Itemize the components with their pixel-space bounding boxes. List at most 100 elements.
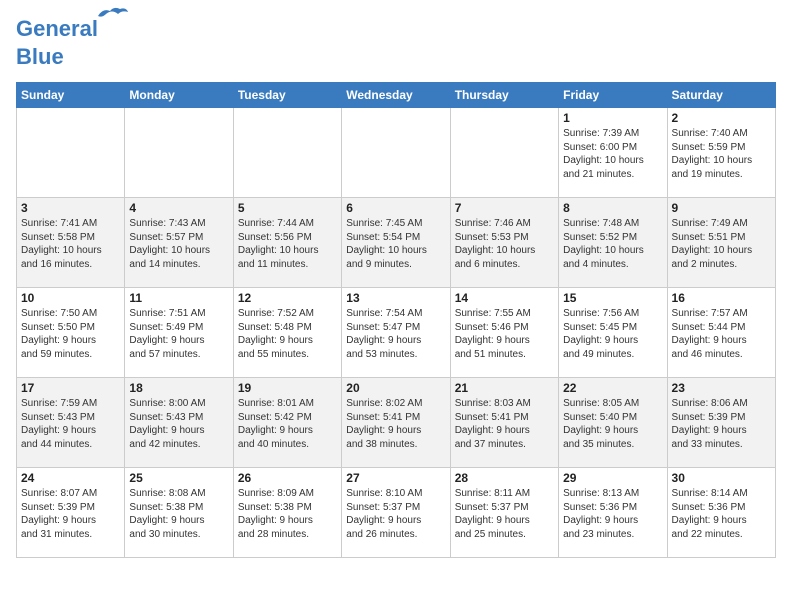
day-cell: 5 Sunrise: 7:44 AM Sunset: 5:56 PM Daylig… [233, 198, 341, 288]
day-cell: 23 Sunrise: 8:06 AM Sunset: 5:39 PM Dayli… [667, 378, 775, 468]
day-cell: 7 Sunrise: 7:46 AM Sunset: 5:53 PM Daylig… [450, 198, 558, 288]
day-cell: 14Sunrise: 7:55 AM Sunset: 5:46 PM Dayli… [450, 288, 558, 378]
day-info: Sunrise: 7:51 AM Sunset: 5:49 PM Dayligh… [129, 307, 228, 361]
week-row-1: 1Sunrise: 7:39 AM Sunset: 6:00 PM Daylig… [17, 108, 776, 198]
logo: General Blue [16, 16, 98, 70]
day-cell: 2Sunrise: 7:40 AM Sunset: 5:59 PM Daylig… [667, 108, 775, 198]
day-number: 20 [346, 381, 445, 395]
day-info: Sunrise: 7:52 AM Sunset: 5:48 PM Dayligh… [238, 307, 337, 361]
day-cell: 24Sunrise: 8:07 AM Sunset: 5:39 PM Dayli… [17, 468, 125, 558]
day-info: Sunrise: 7:45 AM Sunset: 5:54 PM Dayligh… [346, 217, 445, 271]
day-number: 4 [129, 201, 228, 215]
day-info: Sunrise: 8:09 AM Sunset: 5:38 PM Dayligh… [238, 487, 337, 541]
day-info: Sunrise: 8:06 AM Sunset: 5:39 PM Dayligh… [672, 397, 771, 451]
day-number: 11 [129, 291, 228, 305]
day-cell: 15Sunrise: 7:56 AM Sunset: 5:45 PM Dayli… [559, 288, 667, 378]
calendar-table: SundayMondayTuesdayWednesdayThursdayFrid… [16, 82, 776, 558]
day-cell: 16 Sunrise: 7:57 AM Sunset: 5:44 PM Dayli… [667, 288, 775, 378]
col-thursday: Thursday [450, 83, 558, 108]
day-info: Sunrise: 7:57 AM Sunset: 5:44 PM Dayligh… [672, 307, 771, 361]
day-info: Sunrise: 8:05 AM Sunset: 5:40 PM Dayligh… [563, 397, 662, 451]
day-number: 27 [346, 471, 445, 485]
day-number: 29 [563, 471, 662, 485]
day-number: 21 [455, 381, 554, 395]
day-number: 25 [129, 471, 228, 485]
day-number: 26 [238, 471, 337, 485]
col-saturday: Saturday [667, 83, 775, 108]
day-info: Sunrise: 8:02 AM Sunset: 5:41 PM Dayligh… [346, 397, 445, 451]
day-cell: 18 Sunrise: 8:00 AM Sunset: 5:43 PM Dayli… [125, 378, 233, 468]
day-info: Sunrise: 7:46 AM Sunset: 5:53 PM Dayligh… [455, 217, 554, 271]
bird-icon [98, 6, 128, 24]
day-cell: 30Sunrise: 8:14 AM Sunset: 5:36 PM Dayli… [667, 468, 775, 558]
day-cell: 25 Sunrise: 8:08 AM Sunset: 5:38 PM Dayli… [125, 468, 233, 558]
day-info: Sunrise: 7:48 AM Sunset: 5:52 PM Dayligh… [563, 217, 662, 271]
calendar-header-row: SundayMondayTuesdayWednesdayThursdayFrid… [17, 83, 776, 108]
day-number: 3 [21, 201, 120, 215]
day-cell: 10 Sunrise: 7:50 AM Sunset: 5:50 PM Dayli… [17, 288, 125, 378]
day-cell [125, 108, 233, 198]
day-cell: 3 Sunrise: 7:41 AM Sunset: 5:58 PM Daylig… [17, 198, 125, 288]
day-number: 7 [455, 201, 554, 215]
day-info: Sunrise: 8:08 AM Sunset: 5:38 PM Dayligh… [129, 487, 228, 541]
day-number: 10 [21, 291, 120, 305]
day-cell: 19Sunrise: 8:01 AM Sunset: 5:42 PM Dayli… [233, 378, 341, 468]
week-row-4: 17 Sunrise: 7:59 AM Sunset: 5:43 PM Dayli… [17, 378, 776, 468]
day-cell: 26 Sunrise: 8:09 AM Sunset: 5:38 PM Dayli… [233, 468, 341, 558]
day-info: Sunrise: 7:54 AM Sunset: 5:47 PM Dayligh… [346, 307, 445, 361]
day-cell: 22 Sunrise: 8:05 AM Sunset: 5:40 PM Dayli… [559, 378, 667, 468]
day-info: Sunrise: 7:44 AM Sunset: 5:56 PM Dayligh… [238, 217, 337, 271]
day-cell: 20 Sunrise: 8:02 AM Sunset: 5:41 PM Dayli… [342, 378, 450, 468]
day-info: Sunrise: 8:00 AM Sunset: 5:43 PM Dayligh… [129, 397, 228, 451]
day-cell: 9 Sunrise: 7:49 AM Sunset: 5:51 PM Daylig… [667, 198, 775, 288]
day-number: 13 [346, 291, 445, 305]
day-info: Sunrise: 7:50 AM Sunset: 5:50 PM Dayligh… [21, 307, 120, 361]
day-number: 6 [346, 201, 445, 215]
day-number: 17 [21, 381, 120, 395]
col-monday: Monday [125, 83, 233, 108]
day-cell: 29 Sunrise: 8:13 AM Sunset: 5:36 PM Dayli… [559, 468, 667, 558]
day-cell: 6 Sunrise: 7:45 AM Sunset: 5:54 PM Daylig… [342, 198, 450, 288]
day-info: Sunrise: 8:10 AM Sunset: 5:37 PM Dayligh… [346, 487, 445, 541]
col-tuesday: Tuesday [233, 83, 341, 108]
day-cell: 21 Sunrise: 8:03 AM Sunset: 5:41 PM Dayli… [450, 378, 558, 468]
day-cell: 8 Sunrise: 7:48 AM Sunset: 5:52 PM Daylig… [559, 198, 667, 288]
day-cell: 13 Sunrise: 7:54 AM Sunset: 5:47 PM Dayli… [342, 288, 450, 378]
day-number: 8 [563, 201, 662, 215]
col-sunday: Sunday [17, 83, 125, 108]
day-info: Sunrise: 7:41 AM Sunset: 5:58 PM Dayligh… [21, 217, 120, 271]
day-cell: 11 Sunrise: 7:51 AM Sunset: 5:49 PM Dayli… [125, 288, 233, 378]
logo-text: General [16, 16, 98, 41]
day-info: Sunrise: 7:40 AM Sunset: 5:59 PM Dayligh… [672, 127, 771, 181]
day-number: 14 [455, 291, 554, 305]
col-wednesday: Wednesday [342, 83, 450, 108]
day-info: Sunrise: 7:59 AM Sunset: 5:43 PM Dayligh… [21, 397, 120, 451]
day-number: 15 [563, 291, 662, 305]
day-number: 28 [455, 471, 554, 485]
day-cell: 17 Sunrise: 7:59 AM Sunset: 5:43 PM Dayli… [17, 378, 125, 468]
day-info: Sunrise: 8:13 AM Sunset: 5:36 PM Dayligh… [563, 487, 662, 541]
day-info: Sunrise: 8:03 AM Sunset: 5:41 PM Dayligh… [455, 397, 554, 451]
day-number: 5 [238, 201, 337, 215]
day-cell: 28 Sunrise: 8:11 AM Sunset: 5:37 PM Dayli… [450, 468, 558, 558]
day-info: Sunrise: 7:49 AM Sunset: 5:51 PM Dayligh… [672, 217, 771, 271]
logo-blue: Blue [16, 44, 98, 70]
header: General Blue [16, 16, 776, 70]
day-cell: 4Sunrise: 7:43 AM Sunset: 5:57 PM Daylig… [125, 198, 233, 288]
day-cell [450, 108, 558, 198]
day-number: 18 [129, 381, 228, 395]
week-row-2: 3 Sunrise: 7:41 AM Sunset: 5:58 PM Daylig… [17, 198, 776, 288]
day-cell [17, 108, 125, 198]
day-number: 9 [672, 201, 771, 215]
day-number: 23 [672, 381, 771, 395]
col-friday: Friday [559, 83, 667, 108]
day-cell [342, 108, 450, 198]
day-number: 1 [563, 111, 662, 125]
day-cell: 27 Sunrise: 8:10 AM Sunset: 5:37 PM Dayli… [342, 468, 450, 558]
day-number: 16 [672, 291, 771, 305]
day-info: Sunrise: 8:11 AM Sunset: 5:37 PM Dayligh… [455, 487, 554, 541]
day-info: Sunrise: 8:14 AM Sunset: 5:36 PM Dayligh… [672, 487, 771, 541]
day-number: 22 [563, 381, 662, 395]
day-info: Sunrise: 8:07 AM Sunset: 5:39 PM Dayligh… [21, 487, 120, 541]
day-info: Sunrise: 8:01 AM Sunset: 5:42 PM Dayligh… [238, 397, 337, 451]
